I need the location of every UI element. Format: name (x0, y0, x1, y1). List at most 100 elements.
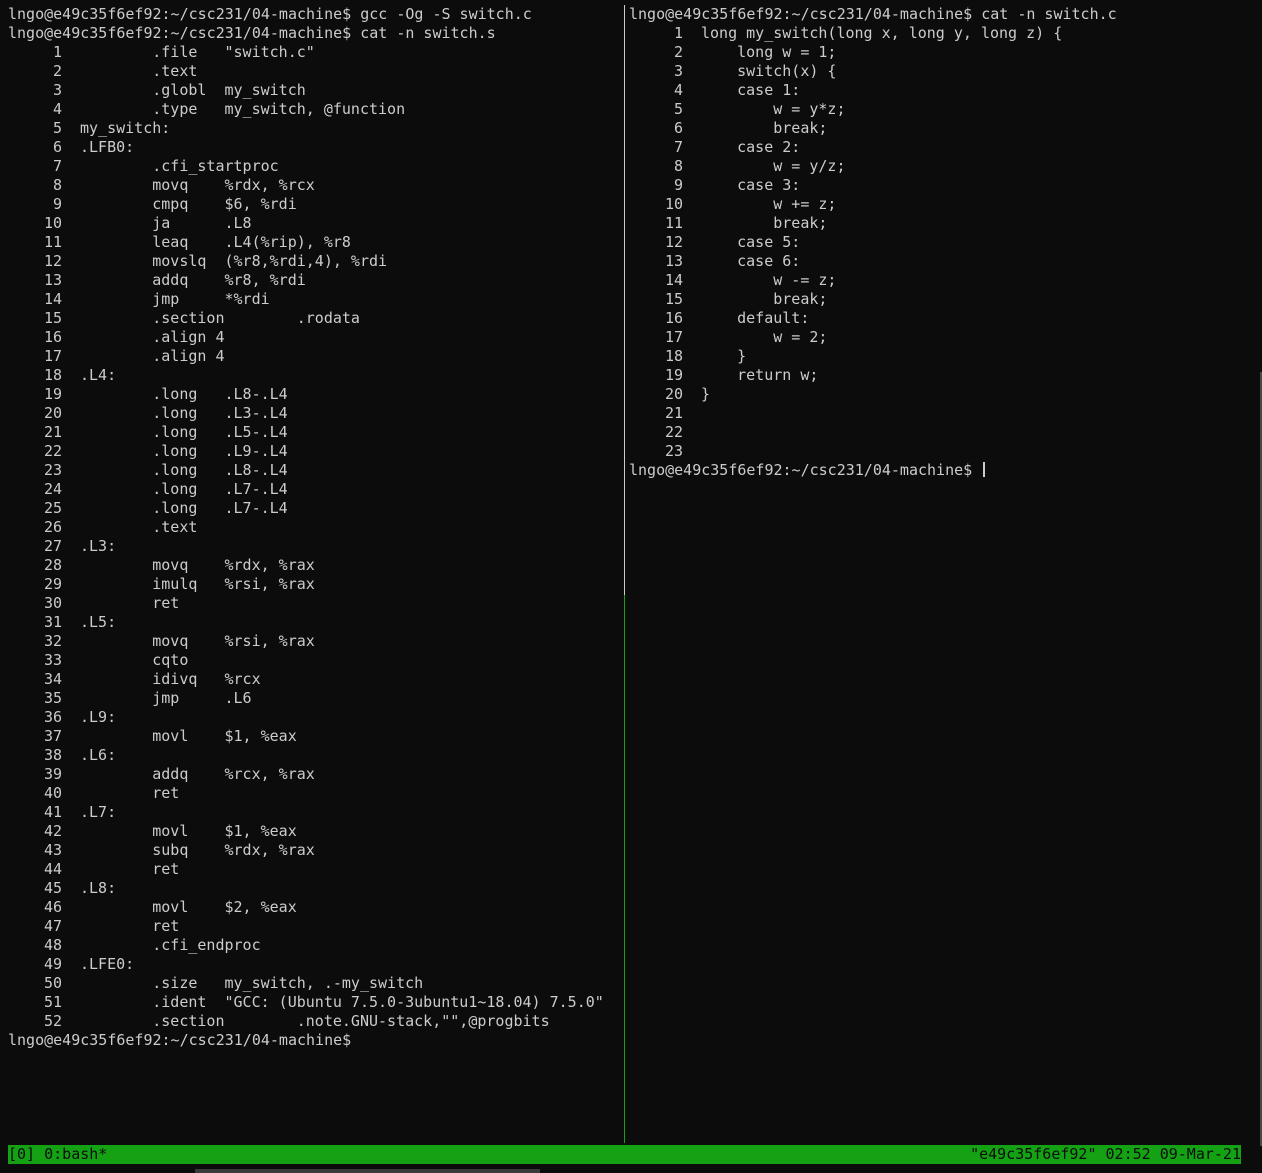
numbered-line: 16 default: (629, 309, 1259, 328)
numbered-line: 47 ret (8, 917, 620, 936)
line-number: 15 (664, 290, 683, 308)
line-text: long my_switch(long x, long y, long z) { (701, 24, 1063, 42)
line-text: case 6: (701, 252, 801, 270)
line-number: 21 (43, 423, 62, 441)
line-number: 21 (664, 404, 683, 422)
line-number: 27 (43, 537, 62, 555)
line-number: 11 (43, 233, 62, 251)
numbered-line: 30 ret (8, 594, 620, 613)
line-text: .text (80, 518, 198, 536)
numbered-line: 52 .section .note.GNU-stack,"",@progbits (8, 1012, 620, 1031)
numbered-line: 21 .long .L5-.L4 (8, 423, 620, 442)
line-number: 25 (43, 499, 62, 517)
numbered-line: 26 .text (8, 518, 620, 537)
line-text: w += z; (701, 195, 837, 213)
line-number: 18 (43, 366, 62, 384)
host-clock-status: "e49c35f6ef92" 02:52 09-Mar-21 (970, 1145, 1241, 1163)
numbered-line: 40 ret (8, 784, 620, 803)
line-text: case 2: (701, 138, 801, 156)
line-text: my_switch: (80, 119, 171, 137)
numbered-line: 42 movl $1, %eax (8, 822, 620, 841)
line-text: .L7: (80, 803, 117, 821)
line-text: .text (80, 62, 198, 80)
line-number: 43 (43, 841, 62, 859)
line-text: addq %rcx, %rax (80, 765, 315, 783)
line-number: 46 (43, 898, 62, 916)
line-number: 40 (43, 784, 62, 802)
right-terminal-pane[interactable]: lngo@e49c35f6ef92:~/csc231/04-machine$ c… (629, 5, 1259, 480)
line-number: 37 (43, 727, 62, 745)
numbered-line: 17 .align 4 (8, 347, 620, 366)
line-text: .align 4 (80, 328, 225, 346)
line-text: long w = 1; (701, 43, 837, 61)
line-number: 48 (43, 936, 62, 954)
line-number: 10 (43, 214, 62, 232)
line-number: 8 (673, 157, 683, 175)
pane-divider[interactable] (624, 5, 625, 595)
line-text: movslq (%r8,%rdi,4), %rdi (80, 252, 388, 270)
line-text: ret (80, 917, 180, 935)
command-line: lngo@e49c35f6ef92:~/csc231/04-machine$ c… (629, 5, 1117, 23)
numbered-line: 4 .type my_switch, @function (8, 100, 620, 119)
pane-divider-active[interactable] (624, 595, 625, 1143)
shell-prompt[interactable]: lngo@e49c35f6ef92:~/csc231/04-machine$ (8, 1031, 620, 1050)
line-text: ret (80, 594, 180, 612)
line-text: movq %rdx, %rcx (80, 176, 315, 194)
numbered-line: 25 .long .L7-.L4 (8, 499, 620, 518)
numbered-line: 38 .L6: (8, 746, 620, 765)
numbered-line: 51 .ident "GCC: (Ubuntu 7.5.0-3ubuntu1~1… (8, 993, 620, 1012)
line-number: 13 (43, 271, 62, 289)
numbered-line: 49 .LFE0: (8, 955, 620, 974)
numbered-line: 15 break; (629, 290, 1259, 309)
left-terminal-pane[interactable]: lngo@e49c35f6ef92:~/csc231/04-machine$ g… (8, 5, 620, 1050)
line-text: } (701, 347, 747, 365)
numbered-line: 16 .align 4 (8, 328, 620, 347)
line-number: 52 (43, 1012, 62, 1030)
numbered-line: 5 my_switch: (8, 119, 620, 138)
line-number: 22 (43, 442, 62, 460)
numbered-line: 11 leaq .L4(%rip), %r8 (8, 233, 620, 252)
numbered-line: 19 return w; (629, 366, 1259, 385)
line-number: 7 (52, 157, 62, 175)
line-text: case 1: (701, 81, 801, 99)
line-text: ret (80, 784, 180, 802)
line-text: jmp .L6 (80, 689, 252, 707)
numbered-line: 39 addq %rcx, %rax (8, 765, 620, 784)
window-list[interactable]: [0] 0:bash* (8, 1145, 107, 1164)
numbered-line: 43 subq %rdx, %rax (8, 841, 620, 860)
numbered-line: 8 movq %rdx, %rcx (8, 176, 620, 195)
tmux-status-bar: [0] 0:bash* "e49c35f6ef92" 02:52 09-Mar-… (8, 1145, 1241, 1164)
line-text: imulq %rsi, %rax (80, 575, 315, 593)
numbered-line: 22 .long .L9-.L4 (8, 442, 620, 461)
numbered-line: 37 movl $1, %eax (8, 727, 620, 746)
line-number: 12 (664, 233, 683, 251)
numbered-line: 31 .L5: (8, 613, 620, 632)
numbered-line: 34 idivq %rcx (8, 670, 620, 689)
line-text: jmp *%rdi (80, 290, 270, 308)
line-number: 47 (43, 917, 62, 935)
numbered-line: 24 .long .L7-.L4 (8, 480, 620, 499)
line-number: 14 (43, 290, 62, 308)
line-number: 14 (664, 271, 683, 289)
line-text: .globl my_switch (80, 81, 306, 99)
line-text: return w; (701, 366, 819, 384)
line-number: 12 (43, 252, 62, 270)
line-number: 6 (673, 119, 683, 137)
line-text: .long .L7-.L4 (80, 480, 288, 498)
numbered-line: 20 .long .L3-.L4 (8, 404, 620, 423)
line-number: 33 (43, 651, 62, 669)
line-number: 19 (664, 366, 683, 384)
shell-prompt-active[interactable]: lngo@e49c35f6ef92:~/csc231/04-machine$ (629, 461, 1259, 480)
line-number: 10 (664, 195, 683, 213)
line-number: 18 (664, 347, 683, 365)
line-text: .type my_switch, @function (80, 100, 406, 118)
numbered-line: 6 break; (629, 119, 1259, 138)
line-number: 20 (664, 385, 683, 403)
line-text: .L9: (80, 708, 117, 726)
line-text: cqto (80, 651, 189, 669)
line-number: 3 (52, 81, 62, 99)
numbered-line: 44 ret (8, 860, 620, 879)
line-text: w = 2; (701, 328, 828, 346)
numbered-line: 41 .L7: (8, 803, 620, 822)
numbered-line: 18 .L4: (8, 366, 620, 385)
